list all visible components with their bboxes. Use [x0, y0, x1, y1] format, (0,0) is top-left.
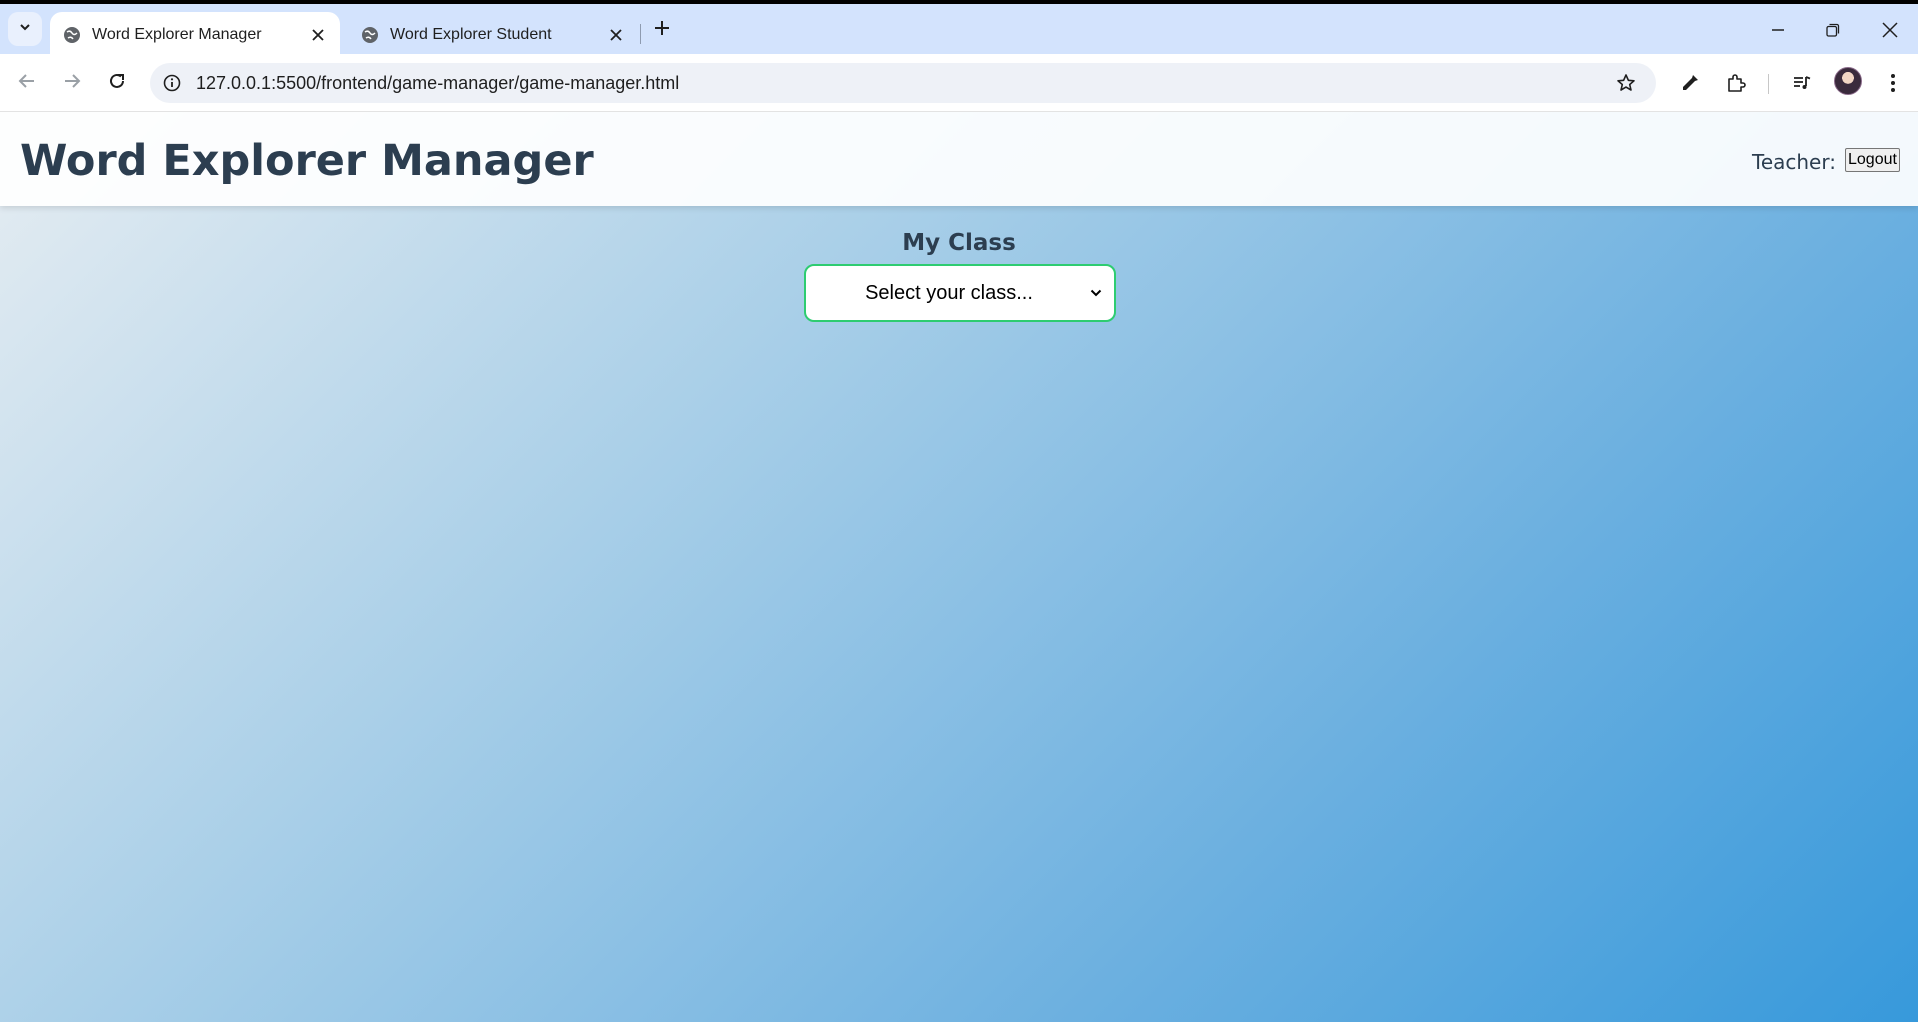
page-viewport: Word Explorer Manager Teacher: Logout My…: [0, 112, 1918, 1022]
profile-avatar[interactable]: [1834, 67, 1862, 95]
app-header: Word Explorer Manager Teacher: Logout: [0, 112, 1918, 206]
tab-title: Word Explorer Student: [390, 26, 552, 43]
minimize-button[interactable]: [1755, 12, 1801, 52]
teacher-label: Teacher:: [1752, 150, 1836, 174]
toolbar-divider: [1768, 74, 1769, 94]
back-icon: [18, 72, 36, 95]
class-select-value: Select your class...: [865, 281, 1033, 304]
kebab-menu-icon[interactable]: [1877, 67, 1909, 99]
browser-tabstrip: Word Explorer Manager Word Explorer Stud…: [0, 0, 1918, 58]
tab-word-explorer-student[interactable]: Word Explorer Student: [348, 12, 638, 58]
restore-icon: [1826, 23, 1840, 42]
close-icon[interactable]: [602, 21, 630, 49]
reload-button[interactable]: [101, 67, 133, 99]
forward-button[interactable]: [56, 67, 88, 99]
star-icon[interactable]: [1612, 69, 1640, 97]
site-info-icon[interactable]: [156, 67, 188, 99]
new-tab-button[interactable]: [648, 16, 676, 44]
class-select[interactable]: Select your class...: [804, 264, 1116, 322]
tab-search-button[interactable]: [8, 12, 42, 46]
forward-icon: [63, 72, 81, 95]
tab-title: Word Explorer Manager: [92, 26, 262, 43]
chevron-down-icon: [18, 20, 32, 39]
globe-icon: [360, 25, 380, 45]
tab-word-explorer-manager[interactable]: Word Explorer Manager: [50, 12, 340, 58]
page-title: Word Explorer Manager: [20, 136, 594, 186]
plus-icon: [654, 20, 670, 41]
globe-icon: [62, 25, 82, 45]
reload-icon: [108, 72, 126, 95]
class-section: My Class: [0, 230, 1918, 256]
restore-button[interactable]: [1810, 12, 1856, 52]
media-control-icon[interactable]: [1786, 67, 1818, 99]
chevron-down-icon: [1082, 286, 1110, 300]
tab-divider: [640, 24, 641, 44]
minimize-icon: [1771, 23, 1785, 42]
browser-toolbar: 127.0.0.1:5500/frontend/game-manager/gam…: [0, 54, 1918, 112]
close-window-button[interactable]: [1867, 12, 1913, 52]
extensions-icon[interactable]: [1720, 67, 1752, 99]
close-icon: [1882, 21, 1898, 43]
logout-button[interactable]: Logout: [1845, 148, 1900, 172]
back-button[interactable]: [11, 67, 43, 99]
address-bar[interactable]: 127.0.0.1:5500/frontend/game-manager/gam…: [150, 63, 1656, 103]
url-text: 127.0.0.1:5500/frontend/game-manager/gam…: [196, 72, 680, 93]
eyedropper-icon[interactable]: [1674, 67, 1706, 99]
close-icon[interactable]: [304, 21, 332, 49]
class-heading: My Class: [902, 230, 1016, 256]
